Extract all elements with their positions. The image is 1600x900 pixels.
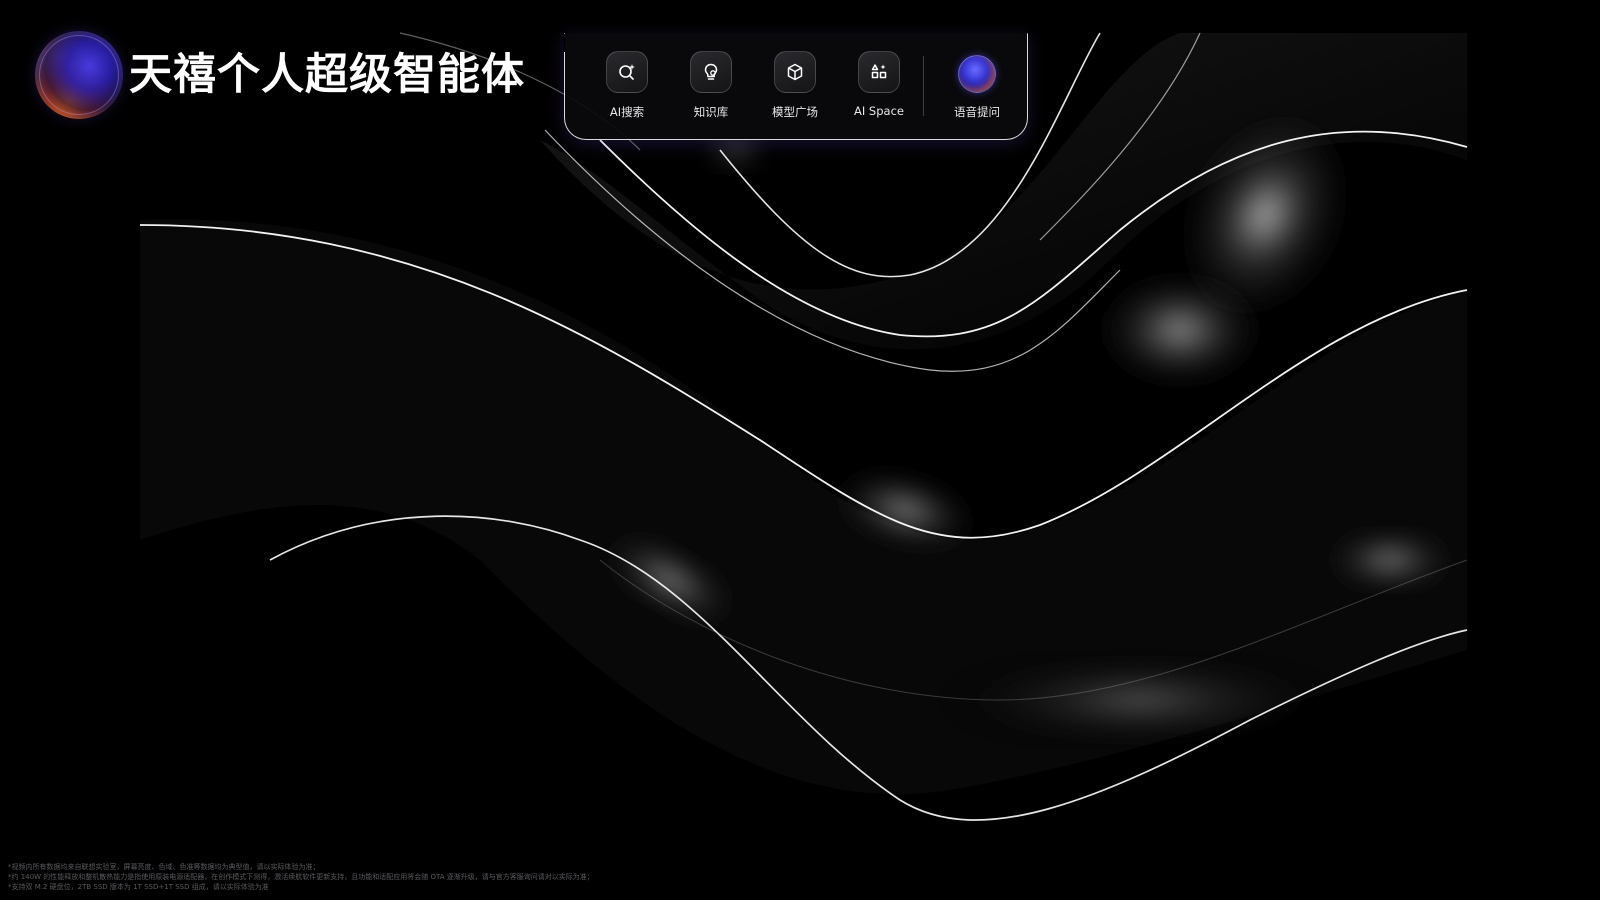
feature-toolbar: AI搜索 知识库 模型广场 AI Space 语音提问 [563,33,1028,140]
toolbar-item-ai-search[interactable]: AI搜索 [585,51,669,120]
toolbar-item-label: 模型广场 [772,105,818,119]
lightbulb-icon [690,51,732,93]
cube-icon [774,51,816,93]
voice-ask-label: 语音提问 [954,105,1000,119]
ai-search-icon [606,51,648,93]
page-title: 天禧个人超级智能体 [129,49,525,100]
footnote-line: *约 140W 的性能释放和整机散热能力是指使用原装电源适配器，在创作模式下测得… [8,873,594,881]
footnote-line: *视频内所有数据均来自联想实验室，屏幕亮度、色域、色准等数据均为典型值，请以实际… [8,863,320,871]
hero-stage: 天禧个人超级智能体 AI搜索 知识库 模型广场 AI Space 语音提问 *视… [0,0,1600,900]
toolbar-item-ai-space[interactable]: AI Space [837,51,921,118]
voice-orb-icon [958,55,996,93]
voice-ask-button[interactable]: 语音提问 [935,52,1019,120]
gradient-orb-icon [35,31,123,119]
toolbar-item-model-plaza[interactable]: 模型广场 [753,51,837,120]
toolbar-item-label: AI搜索 [609,105,645,119]
brand-header: 天禧个人超级智能体 [35,31,525,119]
toolbar-divider [923,56,924,116]
disclaimer-footnotes: *视频内所有数据均来自联想实验室，屏幕亮度、色域、色准等数据均为典型值，请以实际… [8,862,908,892]
apps-grid-icon [858,51,900,93]
toolbar-item-knowledge-base[interactable]: 知识库 [669,51,753,120]
footnote-line: *支持双 M.2 硬盘位，2TB SSD 版本为 1T SSD+1T SSD 组… [8,883,269,891]
toolbar-item-label: 知识库 [693,105,729,119]
toolbar-item-label: AI Space [854,104,904,118]
